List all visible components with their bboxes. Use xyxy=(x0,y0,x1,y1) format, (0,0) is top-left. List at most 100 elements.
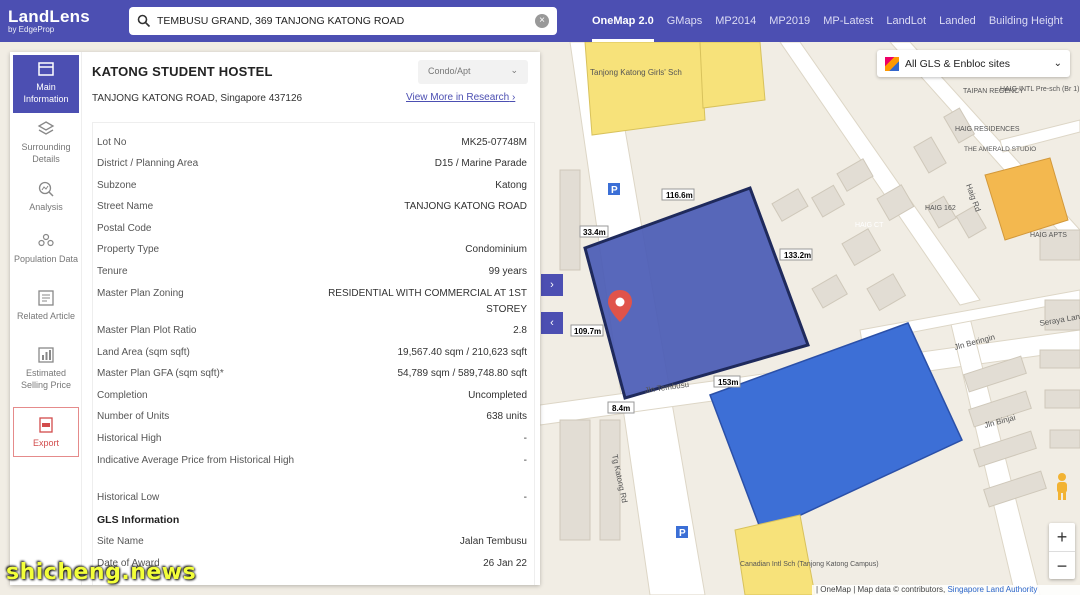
place-label: Tanjong Katong Girls' Sch xyxy=(590,68,682,77)
road-label: Haig Rd xyxy=(964,183,982,213)
chevron-down-icon: ⌄ xyxy=(1053,58,1062,69)
chevron-down-icon: ⌄ xyxy=(510,65,518,75)
export-button[interactable]: Export xyxy=(13,407,79,457)
row-key: Property Type xyxy=(97,244,160,255)
attribution-text: | OneMap | Map data © contributors, xyxy=(816,585,946,594)
row-key: Land Area (sqm sqft) xyxy=(97,347,190,358)
sidebar-item-analysis[interactable]: Analysis xyxy=(13,180,79,213)
row-key: Indicative Average Price from Historical… xyxy=(97,455,295,466)
measure-bottom: 153m xyxy=(718,378,738,387)
place-label: HAIG 162 xyxy=(925,205,956,212)
svg-text:P: P xyxy=(611,185,618,196)
map-attribution: | OneMap | Map data © contributors, Sing… xyxy=(812,585,1080,595)
row-value: - xyxy=(523,455,527,466)
top-bar: LandLens by EdgeProp × OneMap 2.0 GMaps … xyxy=(0,0,1080,42)
sidebar-item-related-article[interactable]: Related Article xyxy=(13,289,79,322)
street-view-pegman-icon[interactable] xyxy=(1053,472,1071,500)
layers-icon xyxy=(37,121,55,135)
measure-small: 33.4m xyxy=(583,228,606,237)
place-label: HAIG RESIDENCES xyxy=(955,126,1020,133)
view-more-research-link[interactable]: View More in Research › xyxy=(406,92,515,103)
property-title: KATONG STUDENT HOSTEL xyxy=(92,64,273,79)
clear-search-icon[interactable]: × xyxy=(535,14,549,28)
search-bar: × xyxy=(129,7,557,35)
svg-text:P: P xyxy=(679,528,686,539)
row-key: Master Plan Plot Ratio xyxy=(97,325,197,336)
sidebar-item-population-data[interactable]: Population Data xyxy=(13,232,79,265)
tab-landed[interactable]: Landed xyxy=(939,0,976,42)
sidebar-item-label: Surrounding Details xyxy=(21,142,71,164)
gls-filter-label: All GLS & Enbloc sites xyxy=(905,57,1011,70)
price-chart-icon xyxy=(38,347,54,363)
row-key: Subzone xyxy=(97,180,137,191)
row-key: Street Name xyxy=(97,201,154,212)
measure-right: 133.2m xyxy=(784,251,811,260)
row-value: D15 / Marine Parade xyxy=(434,158,527,169)
zoom-controls: + − xyxy=(1049,523,1075,579)
property-type-select[interactable]: Condo/Apt ⌄ xyxy=(418,60,528,84)
tab-landlot[interactable]: LandLot xyxy=(886,0,926,42)
map-icon xyxy=(38,62,54,76)
row-key: Tenure xyxy=(97,266,128,277)
tab-mp2014[interactable]: MP2014 xyxy=(715,0,756,42)
sidebar-item-estimated-selling-price[interactable]: Estimated Selling Price xyxy=(13,346,79,391)
sidebar-item-label: Estimated Selling Price xyxy=(20,368,72,390)
row-key: Lot No xyxy=(97,137,127,148)
population-icon xyxy=(38,233,54,247)
sidebar-item-surrounding-details[interactable]: Surrounding Details xyxy=(13,120,79,165)
row-key: Site Name xyxy=(97,536,144,547)
tab-onemap[interactable]: OneMap 2.0 xyxy=(592,0,654,42)
sidebar-item-label: Analysis xyxy=(29,202,63,212)
search-icon xyxy=(137,14,151,28)
gls-filter-select[interactable]: All GLS & Enbloc sites ⌄ xyxy=(877,50,1070,77)
row-value: RESIDENTIAL WITH COMMERCIAL AT 1ST STORE… xyxy=(328,288,527,315)
property-details: KATONG STUDENT HOSTEL TANJONG KATONG ROA… xyxy=(92,52,540,585)
expand-panel-button[interactable]: › xyxy=(541,274,563,296)
search-input[interactable] xyxy=(157,15,535,27)
row-value: Jalan Tembusu xyxy=(459,536,527,547)
logo[interactable]: LandLens by EdgeProp xyxy=(0,8,118,35)
pdf-icon xyxy=(39,417,53,433)
row-key: District / Planning Area xyxy=(97,158,199,169)
row-value: 638 units xyxy=(486,411,527,422)
panel-sidebar: Main Information Surrounding Details Ana… xyxy=(10,52,82,585)
map-source-tabs: OneMap 2.0 GMaps MP2014 MP2019 MP-Latest… xyxy=(592,0,1076,42)
tab-gmaps[interactable]: GMaps xyxy=(667,0,702,42)
sidebar-item-main-information[interactable]: Main Information xyxy=(13,55,79,113)
tab-mp-latest[interactable]: MP-Latest xyxy=(823,0,873,42)
zoom-out-button[interactable]: − xyxy=(1049,551,1075,579)
watermark-text: shicheng.news xyxy=(6,560,197,585)
row-key: Postal Code xyxy=(97,223,152,234)
tab-mp2019[interactable]: MP2019 xyxy=(769,0,810,42)
row-value: - xyxy=(523,433,527,444)
row-value: - xyxy=(523,492,527,503)
place-label: THE AMERALD STUDIO xyxy=(964,146,1036,153)
row-value: 19,567.40 sqm / 210,623 sqft xyxy=(397,347,527,358)
analysis-icon xyxy=(38,181,54,197)
school-building xyxy=(699,42,766,109)
row-value: Katong xyxy=(495,180,527,191)
collapse-panel-button[interactable]: ‹ xyxy=(541,312,563,334)
row-key: Historical Low xyxy=(97,492,160,503)
row-key: Completion xyxy=(97,390,148,401)
canadian-school xyxy=(734,514,816,595)
tab-building-height[interactable]: Building Height xyxy=(989,0,1063,42)
row-value: Uncompleted xyxy=(468,390,527,401)
article-icon xyxy=(38,290,54,306)
sidebar-item-label: Related Article xyxy=(16,311,76,321)
row-key: Master Plan Zoning xyxy=(97,288,184,299)
row-key: Number of Units xyxy=(97,411,170,422)
attribution-link[interactable]: Singapore Land Authority xyxy=(947,585,1037,594)
measure-road: 8.4m xyxy=(612,404,630,413)
zoom-in-button[interactable]: + xyxy=(1049,523,1075,551)
logo-subtext: by EdgeProp xyxy=(8,24,55,34)
school-building xyxy=(584,42,706,136)
sidebar-item-label: Main Information xyxy=(23,82,69,104)
row-value: 2.8 xyxy=(513,325,527,336)
gls-section-title: GLS Information xyxy=(97,514,180,526)
export-label: Export xyxy=(32,438,59,448)
measure-left: 109.7m xyxy=(574,327,601,336)
row-value: 99 years xyxy=(488,266,527,277)
row-value: 54,789 sqm / 589,748.80 sqft xyxy=(397,368,527,379)
row-key: Historical High xyxy=(97,433,162,444)
